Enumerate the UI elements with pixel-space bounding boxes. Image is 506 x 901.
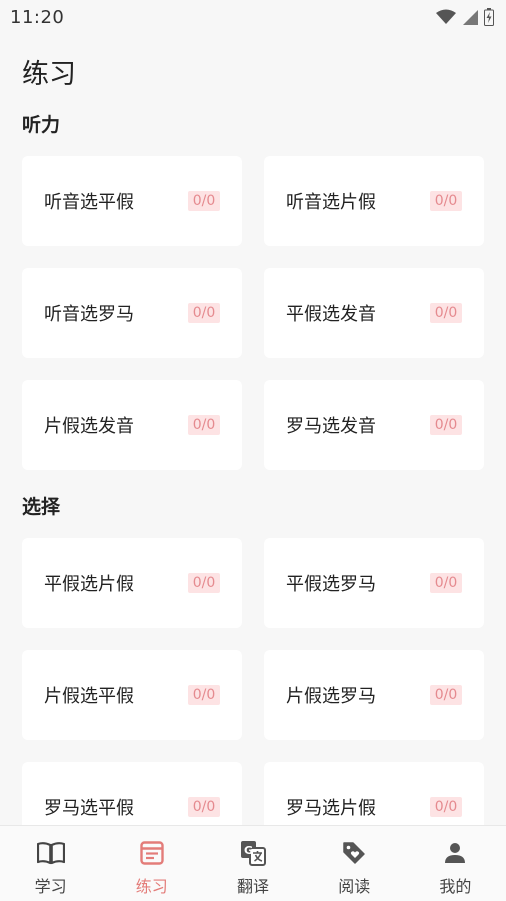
practice-card[interactable]: 片假选罗马 0/0 <box>264 650 484 740</box>
section-title-listening: 听力 <box>22 114 61 136</box>
book-icon <box>36 839 65 867</box>
tag-heart-icon <box>340 839 368 867</box>
svg-text:G: G <box>244 844 253 857</box>
card-label: 听音选罗马 <box>44 304 134 325</box>
listening-grid: 听音选平假 0/0 听音选片假 0/0 听音选罗马 0/0 平假选发音 0/0 … <box>22 156 484 470</box>
card-label: 片假选发音 <box>44 416 134 437</box>
card-label: 听音选片假 <box>286 192 376 213</box>
card-label: 罗马选发音 <box>286 416 376 437</box>
nav-label: 练习 <box>135 877 168 896</box>
progress-badge: 0/0 <box>430 573 462 593</box>
nav-item-profile[interactable]: 我的 <box>405 826 506 901</box>
progress-badge: 0/0 <box>430 415 462 435</box>
screen: 11:20 练习 听力 听音选平假 0/0 听音选片假 0/0 听音选罗马 0/… <box>0 0 506 901</box>
card-label: 片假选平假 <box>44 686 134 707</box>
practice-card[interactable]: 平假选发音 0/0 <box>264 268 484 358</box>
practice-card[interactable]: 罗马选发音 0/0 <box>264 380 484 470</box>
nav-label: 学习 <box>34 877 67 896</box>
nav-item-reading[interactable]: 阅读 <box>304 826 405 901</box>
card-label: 片假选罗马 <box>286 686 376 707</box>
section-title-choice: 选择 <box>22 496 61 518</box>
status-time: 11:20 <box>10 6 65 28</box>
practice-card[interactable]: 听音选片假 0/0 <box>264 156 484 246</box>
nav-item-translate[interactable]: G 翻译 <box>202 826 303 901</box>
clipboard-icon <box>138 839 166 867</box>
cellular-signal-icon <box>463 10 478 25</box>
practice-card[interactable]: 片假选发音 0/0 <box>22 380 242 470</box>
card-label: 平假选片假 <box>44 574 134 595</box>
status-icons <box>436 8 494 26</box>
battery-icon <box>484 8 494 26</box>
progress-badge: 0/0 <box>188 797 220 817</box>
card-label: 平假选罗马 <box>286 574 376 595</box>
bottom-nav: 学习 练习 G 翻译 阅读 我的 <box>0 825 506 901</box>
progress-badge: 0/0 <box>188 303 220 323</box>
page-title: 练习 <box>22 59 76 90</box>
choice-grid: 平假选片假 0/0 平假选罗马 0/0 片假选平假 0/0 片假选罗马 0/0 … <box>22 538 484 852</box>
practice-card[interactable]: 片假选平假 0/0 <box>22 650 242 740</box>
practice-card[interactable]: 听音选平假 0/0 <box>22 156 242 246</box>
practice-card[interactable]: 平假选罗马 0/0 <box>264 538 484 628</box>
card-label: 罗马选平假 <box>44 798 134 819</box>
card-label: 平假选发音 <box>286 304 376 325</box>
nav-label: 阅读 <box>338 877 371 896</box>
progress-badge: 0/0 <box>430 797 462 817</box>
user-icon <box>441 839 469 867</box>
progress-badge: 0/0 <box>430 685 462 705</box>
practice-card[interactable]: 听音选罗马 0/0 <box>22 268 242 358</box>
nav-label: 翻译 <box>237 877 270 896</box>
progress-badge: 0/0 <box>188 191 220 211</box>
progress-badge: 0/0 <box>430 191 462 211</box>
progress-badge: 0/0 <box>188 573 220 593</box>
progress-badge: 0/0 <box>188 685 220 705</box>
progress-badge: 0/0 <box>188 415 220 435</box>
progress-badge: 0/0 <box>430 303 462 323</box>
wifi-icon <box>436 9 456 24</box>
nav-item-study[interactable]: 学习 <box>0 826 101 901</box>
card-label: 听音选平假 <box>44 192 134 213</box>
status-bar: 11:20 <box>0 0 506 34</box>
nav-label: 我的 <box>439 877 472 896</box>
practice-card[interactable]: 平假选片假 0/0 <box>22 538 242 628</box>
translate-icon: G <box>239 839 267 867</box>
nav-item-practice[interactable]: 练习 <box>101 826 202 901</box>
card-label: 罗马选片假 <box>286 798 376 819</box>
